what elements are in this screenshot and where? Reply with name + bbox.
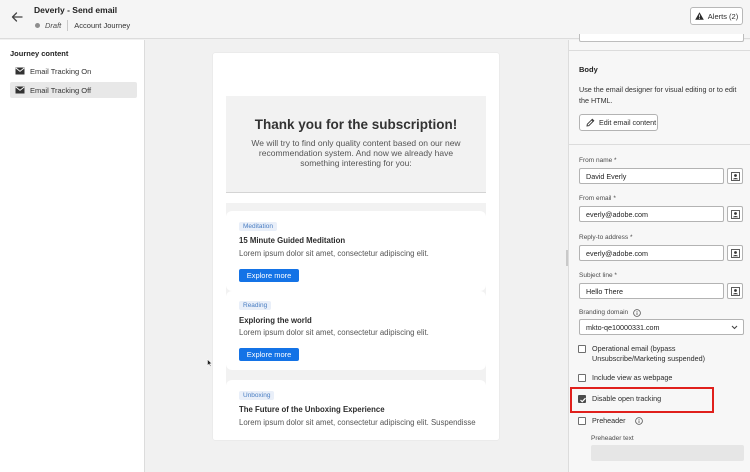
- from-name-input[interactable]: David Everly: [579, 168, 724, 184]
- checkbox[interactable]: [578, 374, 586, 382]
- personalize-icon: [730, 171, 740, 181]
- divider: [569, 50, 750, 51]
- article-tag: Reading: [239, 301, 272, 310]
- info-icon[interactable]: [634, 417, 643, 425]
- highlight-annotation: [570, 387, 714, 413]
- mail-icon: [15, 86, 25, 94]
- status-dot-icon: [35, 23, 40, 28]
- divider: [569, 144, 750, 145]
- article-title: The Future of the Unboxing Experience: [239, 405, 385, 414]
- alert-icon: [694, 12, 704, 20]
- personalize-button[interactable]: [727, 206, 743, 222]
- personalize-button[interactable]: [727, 168, 743, 184]
- body-description: Use the email designer for visual editin…: [579, 85, 737, 105]
- email-preview[interactable]: Thank you for the subscription! We will …: [213, 53, 499, 440]
- article-tag: Unboxing: [239, 391, 275, 400]
- from-email-label: From email *: [579, 195, 616, 202]
- status-label: Draft: [45, 21, 62, 30]
- properties-panel: Body Use the email designer for visual e…: [568, 34, 750, 472]
- branding-domain-select[interactable]: mkto-qe10000331.com: [579, 319, 744, 335]
- preheader-checkbox[interactable]: Preheader: [578, 416, 643, 426]
- panel-title: Journey content: [10, 49, 69, 58]
- personalize-icon: [730, 209, 740, 219]
- from-name-label: From name *: [579, 157, 617, 164]
- checkbox-label: Operational email (bypass Unsubscribe/Ma…: [592, 344, 706, 363]
- alerts-label: Alerts (2): [707, 11, 739, 21]
- checkbox-label: Preheader: [592, 416, 626, 425]
- hero-text: We will try to find only quality content…: [251, 138, 461, 168]
- article-card: Unboxing The Future of the Unboxing Expe…: [226, 380, 486, 440]
- personalize-icon: [730, 248, 740, 258]
- back-arrow-icon[interactable]: [10, 10, 24, 24]
- journey-name: Account Journey: [74, 21, 131, 30]
- article-title: 15 Minute Guided Meditation: [239, 236, 346, 245]
- truncated-field[interactable]: [579, 34, 744, 42]
- reply-to-label: Reply-to address *: [579, 234, 633, 241]
- personalize-button[interactable]: [727, 283, 743, 299]
- preheader-text-label: Preheader text: [591, 435, 634, 442]
- page-title: Deverly - Send email: [34, 5, 118, 15]
- reply-to-input[interactable]: everly@adobe.com: [579, 245, 724, 261]
- status-row: Draft Account Journey: [35, 20, 130, 31]
- pencil-icon: [586, 118, 595, 127]
- from-email-input[interactable]: everly@adobe.com: [579, 206, 724, 222]
- hero-title: Thank you for the subscription!: [254, 117, 458, 132]
- edit-button-label: Edit email content: [599, 118, 657, 127]
- nav-item-label: Email Tracking On: [30, 66, 92, 76]
- branding-domain-label: Branding domain: [579, 308, 641, 317]
- article-text: Lorem ipsum dolor sit amet, consectetur …: [239, 328, 429, 337]
- personalize-button[interactable]: [727, 245, 743, 261]
- nav-item-email-tracking-on[interactable]: Email Tracking On: [10, 63, 137, 79]
- explore-more-button[interactable]: Explore more: [239, 348, 299, 361]
- email-preview-canvas[interactable]: Thank you for the subscription! We will …: [146, 40, 566, 472]
- edit-email-content-button[interactable]: Edit email content: [579, 114, 658, 131]
- checkbox[interactable]: [578, 417, 586, 425]
- branding-domain-value: mkto-qe10000331.com: [586, 322, 660, 332]
- article-title: Exploring the world: [239, 316, 312, 325]
- divider: [67, 20, 69, 31]
- journey-content-panel: Journey content Email Tracking On Email …: [0, 40, 145, 472]
- personalize-icon: [730, 286, 740, 296]
- mouse-cursor-icon: [207, 359, 213, 367]
- subject-line-input[interactable]: Hello There: [579, 283, 724, 299]
- article-text: Lorem ipsum dolor sit amet, consectetur …: [239, 249, 429, 258]
- checkbox-label: Include view as webpage: [592, 373, 673, 382]
- nav-item-email-tracking-off[interactable]: Email Tracking Off: [10, 82, 137, 98]
- article-card: Meditation 15 Minute Guided Meditation L…: [226, 211, 486, 291]
- checkbox[interactable]: [578, 345, 586, 353]
- article-card: Reading Exploring the world Lorem ipsum …: [226, 291, 486, 370]
- email-hero: Thank you for the subscription! We will …: [226, 96, 486, 193]
- article-text: Lorem ipsum dolor sit amet, consectetur …: [239, 418, 476, 427]
- mail-icon: [15, 67, 25, 75]
- body-section-title: Body: [579, 65, 598, 74]
- info-icon[interactable]: [633, 309, 641, 317]
- operational-email-checkbox[interactable]: Operational email (bypass Unsubscribe/Ma…: [578, 344, 705, 364]
- explore-more-button[interactable]: Explore more: [239, 269, 299, 282]
- preheader-text-input: [591, 445, 744, 461]
- subject-line-label: Subject line *: [579, 272, 617, 279]
- alerts-button[interactable]: Alerts (2): [690, 7, 743, 25]
- nav-item-label: Email Tracking Off: [30, 85, 92, 95]
- article-tag: Meditation: [239, 222, 277, 231]
- chevron-down-icon: [731, 325, 738, 330]
- include-view-checkbox[interactable]: Include view as webpage: [578, 373, 672, 383]
